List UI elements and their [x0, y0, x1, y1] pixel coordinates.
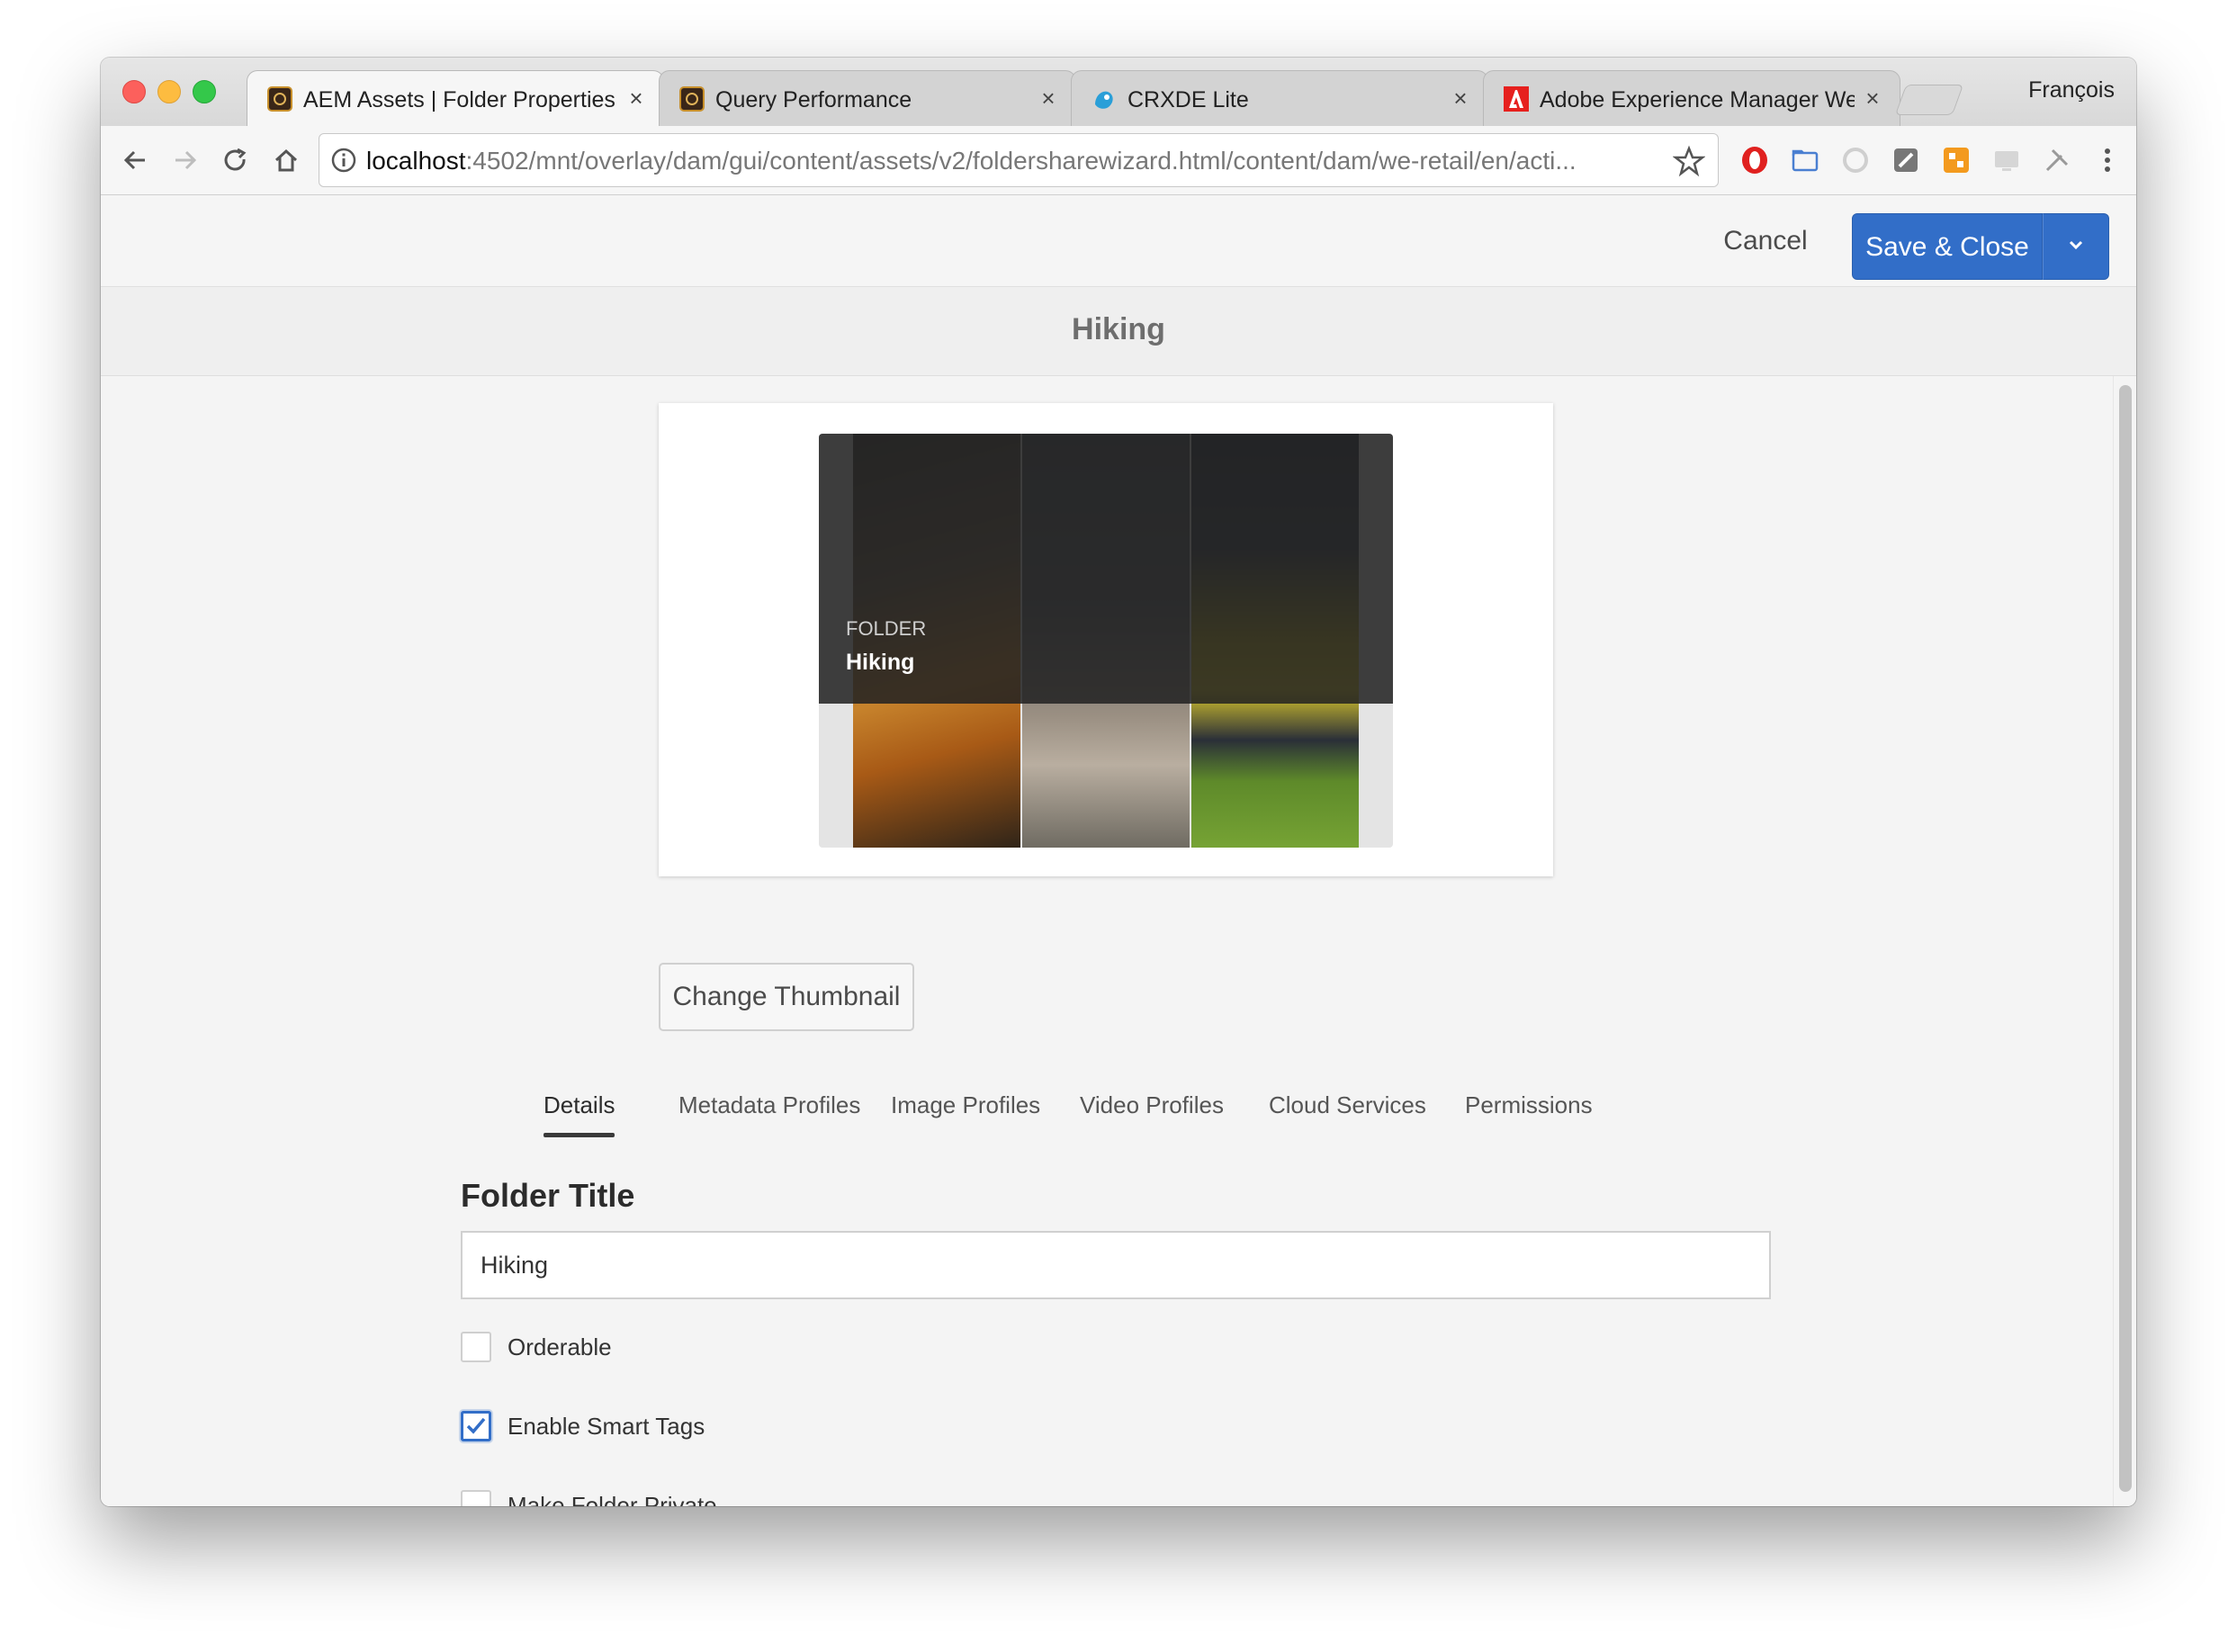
close-icon[interactable]: ×: [624, 84, 649, 112]
close-icon[interactable]: ×: [1860, 84, 1885, 112]
window-close-button[interactable]: [122, 80, 146, 103]
change-thumbnail-button[interactable]: Change Thumbnail: [659, 963, 914, 1031]
scrollbar-thumb[interactable]: [2119, 385, 2132, 1492]
folder-private-label[interactable]: Make Folder Private: [508, 1492, 717, 1506]
properties-content: FOLDER Hiking Change Thumbnail Details M…: [101, 376, 2113, 1506]
tab-cloud-services[interactable]: Cloud Services: [1269, 1087, 1426, 1137]
close-icon[interactable]: ×: [1448, 84, 1473, 112]
smart-tags-checkbox[interactable]: [461, 1411, 491, 1441]
screen-extension-icon[interactable]: [1990, 144, 2023, 176]
folder-title-input[interactable]: [461, 1231, 1771, 1299]
browser-window: AEM Assets | Folder Properties × Query P…: [101, 58, 2136, 1506]
thumbnail-card: FOLDER Hiking: [659, 403, 1553, 876]
browser-tab-query-performance[interactable]: Query Performance ×: [659, 70, 1076, 126]
scrollbar[interactable]: [2113, 376, 2136, 1506]
reload-icon[interactable]: [216, 140, 256, 180]
sync-extension-icon[interactable]: [1839, 144, 1872, 176]
grid-extension-icon[interactable]: [1940, 144, 1972, 176]
menu-kebab-icon[interactable]: [2091, 144, 2124, 176]
thumbnail-folder-name: Hiking: [846, 650, 915, 675]
tools-extension-icon[interactable]: [2041, 144, 2073, 176]
page-title: Hiking: [1072, 312, 1165, 346]
bookmark-star-icon[interactable]: [1672, 145, 1706, 177]
folder-title-label: Folder Title: [461, 1177, 635, 1214]
tab-video-profiles[interactable]: Video Profiles: [1080, 1087, 1224, 1137]
browser-tab-aem-assets[interactable]: AEM Assets | Folder Properties ×: [247, 70, 664, 127]
title-bar: Hiking: [101, 287, 2136, 376]
new-tab-button[interactable]: [1894, 85, 1964, 115]
chevron-down-icon: [2065, 234, 2087, 260]
tab-permissions[interactable]: Permissions: [1465, 1087, 1593, 1137]
folder-extension-icon[interactable]: [1789, 144, 1821, 176]
tab-image-profiles[interactable]: Image Profiles: [891, 1087, 1040, 1137]
orderable-label[interactable]: Orderable: [508, 1333, 612, 1361]
browser-tab-web-console[interactable]: Adobe Experience Manager Web Console ×: [1483, 70, 1900, 126]
browser-tab-title: AEM Assets | Folder Properties: [303, 87, 615, 112]
smart-tags-label[interactable]: Enable Smart Tags: [508, 1413, 705, 1441]
url-host: localhost: [366, 147, 466, 175]
browser-tab-title: CRXDE Lite: [1127, 87, 1249, 112]
save-options-dropdown[interactable]: [2043, 213, 2109, 280]
tab-metadata-profiles[interactable]: Metadata Profiles: [678, 1087, 860, 1137]
folder-private-checkbox[interactable]: [461, 1490, 491, 1506]
tab-details[interactable]: Details: [544, 1087, 615, 1137]
action-bar: Cancel Save & Close: [101, 195, 2136, 287]
back-icon[interactable]: [115, 140, 155, 180]
adobe-icon: [1504, 86, 1529, 112]
aem-icon: [267, 86, 292, 112]
close-icon[interactable]: ×: [1036, 84, 1061, 112]
notes-extension-icon[interactable]: [1890, 144, 1922, 176]
info-icon[interactable]: [330, 147, 357, 174]
profile-name[interactable]: François: [2028, 77, 2115, 103]
aem-icon: [679, 86, 705, 112]
browser-tab-crxde[interactable]: CRXDE Lite ×: [1071, 70, 1488, 126]
address-url: localhost:4502/mnt/overlay/dam/gui/conte…: [366, 146, 1646, 176]
forward-icon[interactable]: [166, 140, 205, 180]
window-maximize-button[interactable]: [193, 80, 216, 103]
url-path: :4502/mnt/overlay/dam/gui/content/assets…: [465, 147, 1577, 175]
window-minimize-button[interactable]: [157, 80, 181, 103]
folder-thumbnail: FOLDER Hiking: [819, 434, 1393, 848]
checkmark-icon: [466, 1417, 486, 1434]
cancel-button[interactable]: Cancel: [1702, 217, 1828, 265]
address-bar[interactable]: localhost:4502/mnt/overlay/dam/gui/conte…: [319, 133, 1719, 187]
tab-strip: AEM Assets | Folder Properties × Query P…: [101, 58, 2136, 127]
browser-toolbar: localhost:4502/mnt/overlay/dam/gui/conte…: [101, 126, 2136, 195]
home-icon[interactable]: [266, 140, 306, 180]
browser-tab-title: Adobe Experience Manager Web Console: [1540, 87, 1855, 112]
crxde-icon: [1092, 86, 1117, 112]
thumbnail-overlay: FOLDER Hiking: [819, 434, 1393, 704]
save-close-button[interactable]: Save & Close: [1852, 213, 2043, 280]
orderable-checkbox[interactable]: [461, 1332, 491, 1362]
opera-extension-icon[interactable]: [1738, 144, 1771, 176]
browser-tab-title: Query Performance: [715, 87, 912, 112]
thumbnail-kind-label: FOLDER: [846, 617, 927, 640]
